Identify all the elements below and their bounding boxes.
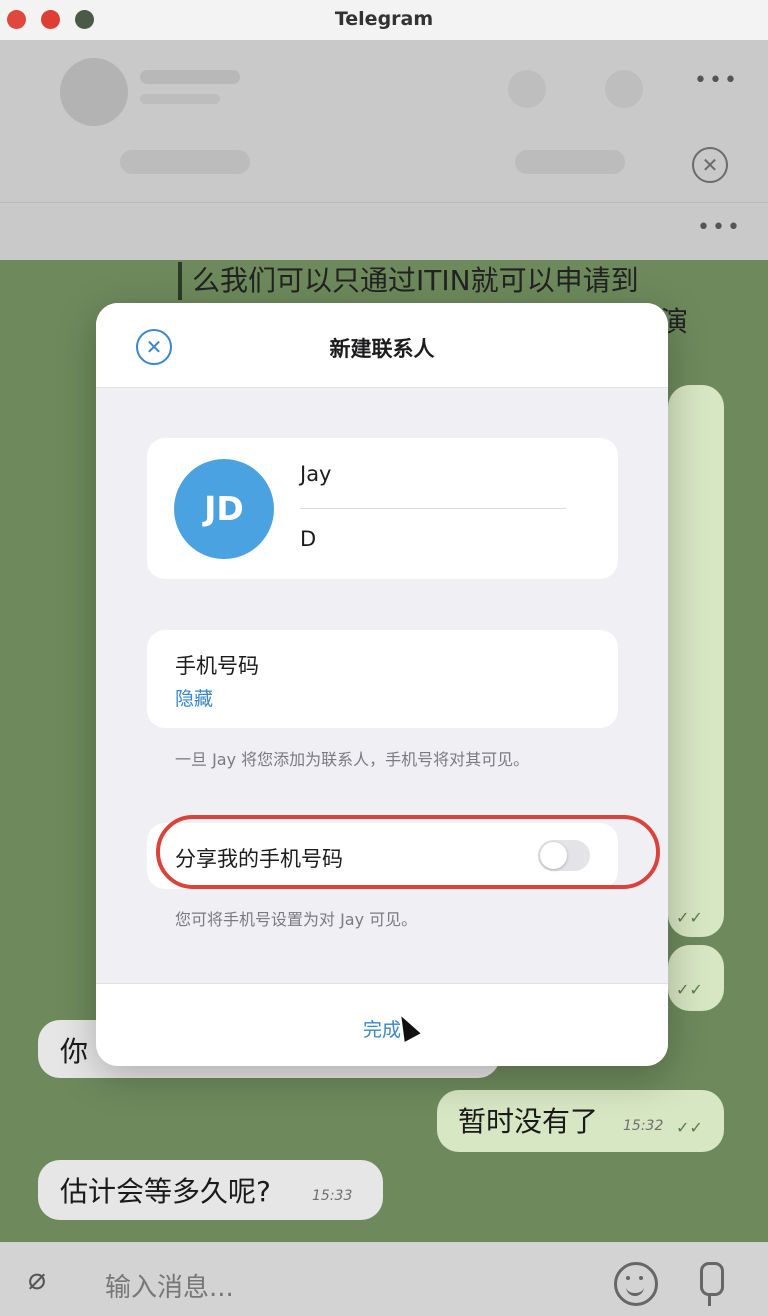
phone-label: 手机号码 [175,654,259,678]
pinned-message-title[interactable] [120,150,250,174]
header-divider [0,202,768,203]
read-ticks-icon: ✓✓ [676,980,703,999]
message-time: 15:32 [623,1118,664,1134]
message-text: 你 [60,1035,89,1068]
attach-icon[interactable]: ⌀ [28,1262,46,1297]
message-text: 估计会等多久呢? [60,1175,271,1208]
emoji-icon[interactable] [614,1262,658,1306]
microphone-stand [708,1296,711,1306]
window-title: Telegram [334,8,434,30]
name-divider [300,508,566,509]
last-name-field[interactable]: D [300,527,316,551]
done-button[interactable]: 完成 [96,1015,668,1042]
highlight-annotation [156,815,660,889]
chat-avatar[interactable] [60,58,128,126]
pinned-more-icon[interactable]: ••• [697,215,742,240]
microphone-icon[interactable] [700,1262,724,1296]
message-input[interactable]: 输入消息... [105,1267,234,1304]
contact-avatar[interactable]: JD [174,459,274,559]
dialog-header: ✕ 新建联系人 [96,303,668,388]
phone-value: 隐藏 [175,688,214,710]
message-text: 暂时没有了 [458,1105,599,1138]
contact-name-card: JD Jay D [147,438,618,579]
read-ticks-icon: ✓✓ [676,1118,703,1137]
search-icon[interactable] [605,70,643,108]
message-time: 15:33 [312,1188,353,1204]
call-icon[interactable] [508,70,546,108]
new-contact-dialog: ✕ 新建联系人 JD Jay D 手机号码 隐藏 一旦 Jay 将您添加为联系人… [96,303,668,1066]
title-bar: Telegram [0,0,768,41]
pinned-message-action[interactable] [515,150,625,174]
read-ticks-icon: ✓✓ [676,908,703,927]
chat-name [140,70,240,84]
quoted-message-text: 么我们可以只通过ITIN就可以申请到 [178,262,752,300]
message-bubble[interactable] [668,385,724,937]
first-name-field[interactable]: Jay [300,462,332,486]
phone-card: 手机号码 隐藏 [147,630,618,728]
chat-status [140,94,220,104]
pinned-close-icon[interactable]: ✕ [692,147,728,183]
share-phone-note: 您可将手机号设置为对 Jay 可见。 [175,910,418,929]
dialog-footer: 完成 [96,983,668,1066]
phone-visibility-note: 一旦 Jay 将您添加为联系人，手机号将对其可见。 [175,750,530,769]
message-bubble[interactable] [668,945,724,1011]
more-menu-icon[interactable]: ••• [694,68,739,93]
dialog-title: 新建联系人 [329,337,435,361]
